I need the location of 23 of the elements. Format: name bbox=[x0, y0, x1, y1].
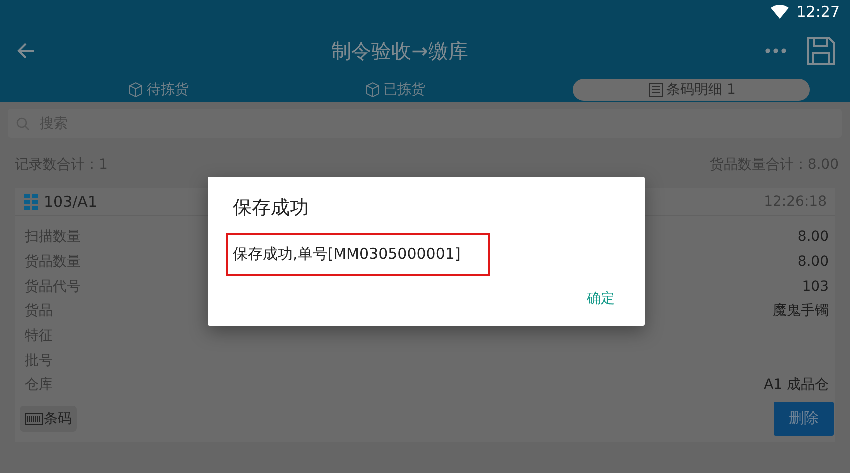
status-time: 12:27 bbox=[796, 3, 840, 21]
field-value: 8.00 bbox=[798, 229, 829, 246]
box-icon bbox=[128, 82, 144, 98]
list-icon bbox=[648, 82, 664, 98]
screen-title: 制令验收→缴库 bbox=[330, 38, 470, 64]
wifi-icon bbox=[770, 5, 789, 19]
tab[interactable]: 待拣货 bbox=[40, 79, 277, 101]
tab[interactable]: 已拣货 bbox=[276, 79, 514, 101]
delete-button[interactable]: 删除 bbox=[774, 402, 834, 436]
field-value: 103 bbox=[802, 278, 829, 295]
record-code: 103/A1 bbox=[44, 192, 98, 210]
confirm-button[interactable]: 确定 bbox=[585, 288, 617, 310]
tab[interactable]: 条码明细 1 bbox=[573, 79, 810, 101]
field-value: 8.00 bbox=[798, 254, 829, 270]
field-value: A1 成品仓 bbox=[764, 376, 829, 394]
barcode-button[interactable]: 条码 bbox=[20, 406, 77, 432]
save-icon[interactable] bbox=[806, 36, 836, 66]
box-icon bbox=[364, 82, 380, 98]
dialog-title: 保存成功 bbox=[233, 196, 310, 221]
field-value: 魔鬼手镯 bbox=[773, 302, 829, 320]
back-arrow-icon[interactable] bbox=[16, 42, 36, 60]
dialog-message: 保存成功,单号[MM0305000001] bbox=[226, 233, 490, 276]
more-icon[interactable] bbox=[764, 47, 788, 55]
